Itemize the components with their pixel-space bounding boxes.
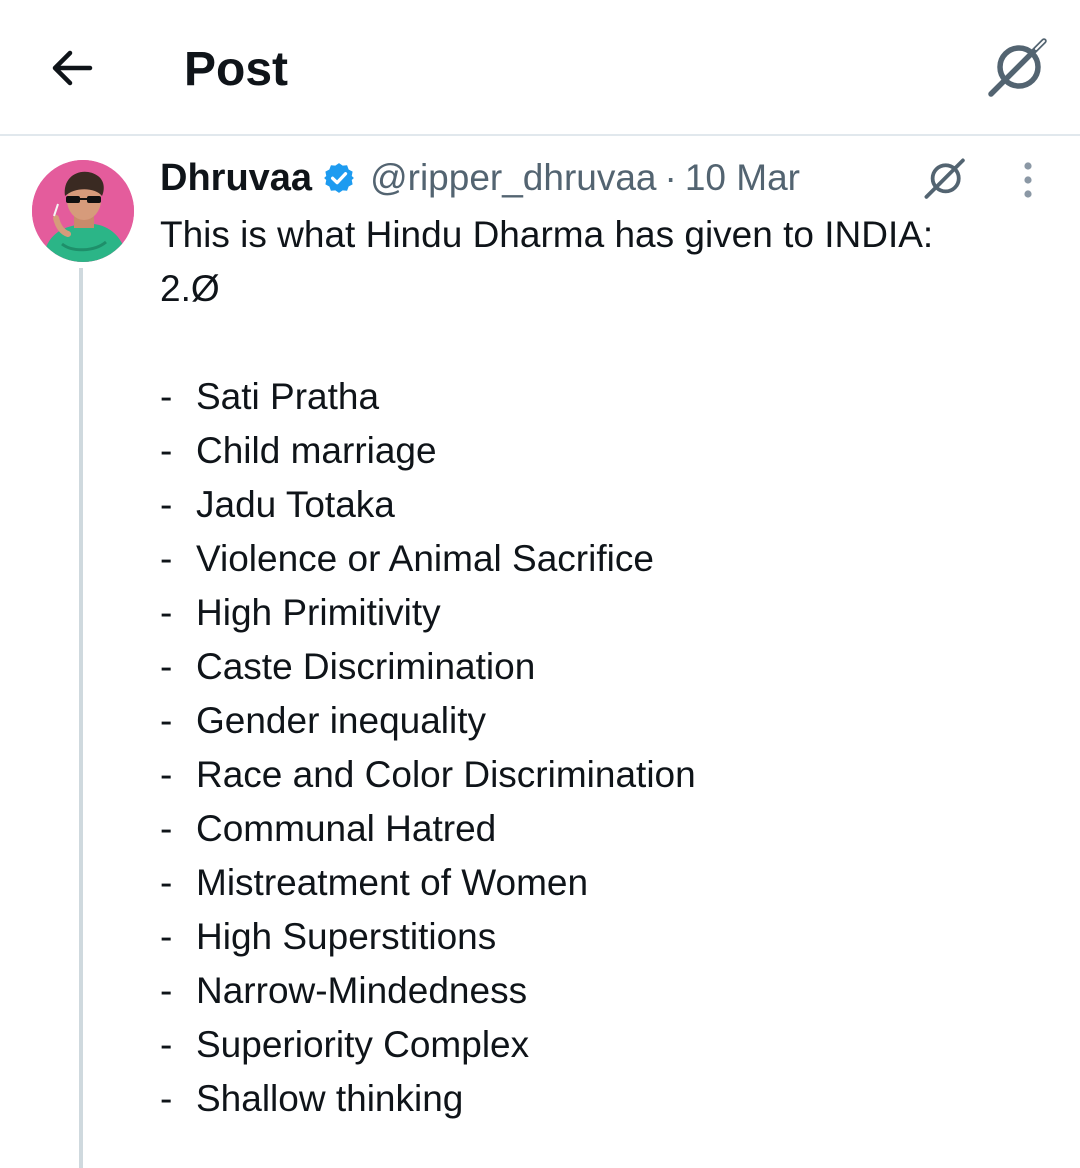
tweet-text: This is what Hindu Dharma has given to I… — [160, 208, 1060, 1126]
more-vertical-icon — [1024, 162, 1032, 198]
list-item: - Violence or Animal Sacrifice — [160, 538, 654, 579]
tweet[interactable]: Dhruvaa @ripper_dhruvaa · 10 Mar This is… — [0, 136, 1080, 1168]
list-item: - Child marriage — [160, 430, 437, 471]
list-item: - Mistreatment of Women — [160, 862, 589, 903]
grok-button[interactable] — [984, 34, 1052, 102]
list-item: - High Superstitions — [160, 916, 497, 957]
more-options-button[interactable] — [1008, 158, 1048, 202]
list-item: - Caste Discrimination — [160, 646, 536, 687]
list-item: - Shallow thinking — [160, 1078, 464, 1119]
list-item: - Race and Color Discrimination — [160, 754, 696, 795]
list-item: - Narrow-Mindedness — [160, 970, 528, 1011]
grok-icon — [924, 158, 965, 199]
avatar[interactable] — [32, 160, 134, 262]
tweet-date[interactable]: 10 Mar — [685, 157, 800, 199]
list-item: - Sati Pratha — [160, 376, 380, 417]
verified-badge-icon — [322, 161, 356, 195]
tweet-header: Dhruvaa @ripper_dhruvaa · 10 Mar — [160, 156, 800, 200]
list-item: - Superiority Complex — [160, 1024, 530, 1065]
back-button[interactable] — [44, 40, 100, 96]
top-app-bar: Post — [0, 0, 1080, 136]
list-item: - Communal Hatred — [160, 808, 497, 849]
list-item: - Jadu Totaka — [160, 484, 395, 525]
meta-separator: · — [664, 157, 677, 198]
grok-explain-button[interactable] — [920, 154, 970, 204]
tweet-text-line: This is what Hindu Dharma has given to I… — [160, 214, 934, 255]
author-name[interactable]: Dhruvaa — [160, 157, 312, 200]
list-item: - High Primitivity — [160, 592, 441, 633]
tweet-text-line: 2.Ø — [160, 268, 220, 309]
list-item: - Gender inequality — [160, 700, 487, 741]
grok-icon — [988, 38, 1047, 97]
page-title: Post — [184, 43, 289, 96]
arrow-left-icon — [52, 50, 93, 86]
thread-connector-line — [79, 268, 83, 1168]
author-handle[interactable]: @ripper_dhruvaa — [370, 157, 656, 199]
